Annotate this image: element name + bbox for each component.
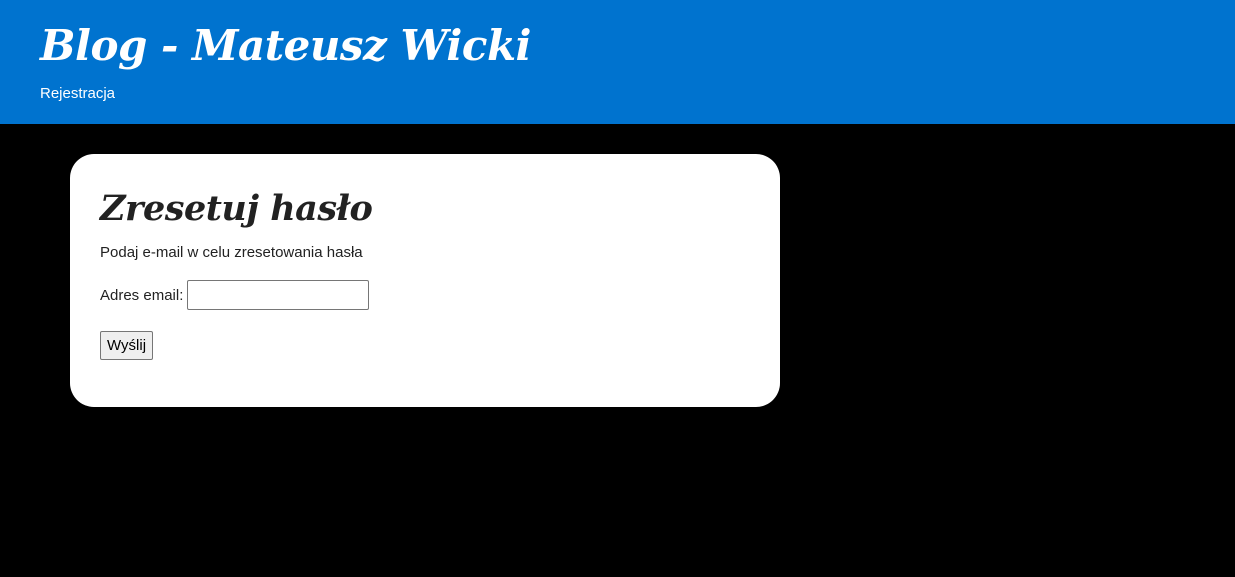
form-description: Podaj e-mail w celu zresetowania hasła [100,244,363,261]
site-title[interactable]: Blog - Mateusz Wicki [40,14,532,78]
submit-button[interactable]: Wyślij [100,331,154,360]
email-row: Adres email: [100,280,370,310]
email-label: Adres email: [100,286,184,304]
page-title: Zresetuj hasło [100,188,373,229]
reset-password-card: Zresetuj hasło Podaj e-mail w celu zrese… [70,154,780,407]
nav-link-register[interactable]: Rejestracja [40,85,115,103]
email-field[interactable] [187,280,370,310]
site-header: Blog - Mateusz Wicki Rejestracja [0,0,1235,124]
